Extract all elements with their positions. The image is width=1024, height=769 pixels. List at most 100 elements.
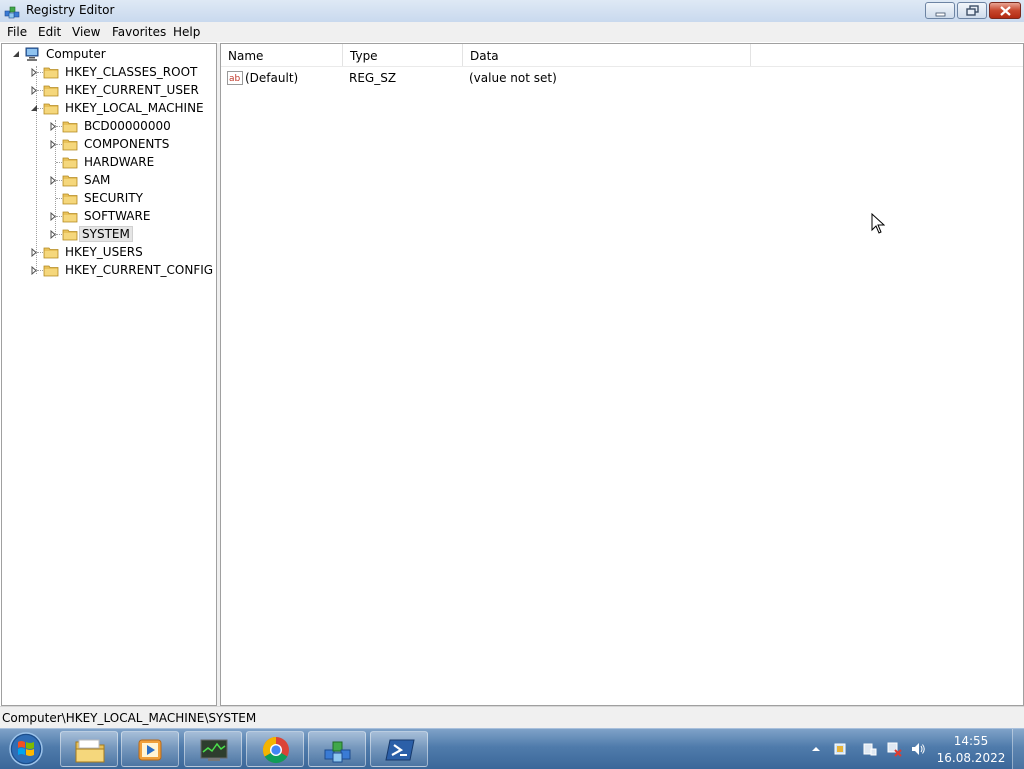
show-desktop-button[interactable] (1012, 729, 1024, 769)
folder-icon (62, 139, 78, 151)
device-icon[interactable] (862, 741, 878, 757)
value-row[interactable]: ab (Default) REG_SZ (value not set) (221, 68, 1023, 88)
folder-icon (43, 85, 59, 97)
window-title: Registry Editor (26, 3, 115, 17)
tree-item-software[interactable]: SOFTWARE (2, 207, 216, 225)
tree-item-hkcr[interactable]: HKEY_CLASSES_ROOT (2, 63, 216, 81)
folder-open-icon (43, 103, 59, 115)
tree-label-hive: HKEY_LOCAL_MACHINE (65, 101, 204, 115)
tree-item-computer[interactable]: Computer (2, 45, 216, 63)
clock-date[interactable]: 16.08.2022 (936, 751, 1006, 765)
menu-favorites[interactable]: Favorites (112, 25, 166, 39)
tree-label-key: COMPONENTS (84, 137, 170, 151)
menu-help[interactable]: Help (173, 25, 200, 39)
explorer-icon (75, 739, 105, 763)
computer-icon (25, 47, 39, 61)
folder-icon (62, 193, 78, 205)
expand-arrow-icon[interactable] (30, 68, 39, 77)
expand-arrow-icon[interactable] (49, 176, 58, 185)
network-disconnected-icon[interactable] (886, 741, 902, 757)
volume-icon[interactable] (910, 741, 926, 757)
start-button[interactable] (6, 731, 46, 767)
taskbar-explorer[interactable] (60, 731, 118, 767)
title-bar[interactable]: Registry Editor (0, 0, 1024, 23)
tree-label-hive: HKEY_CURRENT_CONFIG (65, 263, 214, 277)
tree-item-hkcc[interactable]: HKEY_CURRENT_CONFIG (2, 261, 216, 279)
close-button[interactable] (989, 2, 1021, 19)
folder-open-icon (62, 229, 78, 241)
taskbar-chrome[interactable] (246, 731, 304, 767)
column-header-type[interactable]: Type (343, 44, 463, 66)
clock-time[interactable]: 14:55 (944, 734, 998, 748)
tree-label-hive: HKEY_CLASSES_ROOT (65, 65, 198, 79)
taskbar-media-player[interactable] (121, 731, 179, 767)
expand-arrow-icon[interactable] (30, 266, 39, 275)
tree-label-hive: HKEY_CURRENT_USER (65, 83, 199, 97)
tree-item-security[interactable]: SECURITY (2, 189, 216, 207)
tree-label-key: SOFTWARE (84, 209, 151, 223)
tree-item-sam[interactable]: SAM (2, 171, 216, 189)
status-bar: Computer\HKEY_LOCAL_MACHINE\SYSTEM (0, 706, 1024, 729)
folder-icon (62, 121, 78, 133)
tree-label-key: BCD00000000 (84, 119, 171, 133)
expand-arrow-icon[interactable] (49, 122, 58, 131)
taskbar-powershell[interactable] (370, 731, 428, 767)
value-data: (value not set) (469, 71, 557, 85)
registry-tree[interactable]: Computer HKEY_CLASSES_ROOT HKEY_CURRENT_… (1, 43, 217, 706)
expand-arrow-icon[interactable] (30, 86, 39, 95)
folder-icon (62, 157, 78, 169)
value-type: REG_SZ (349, 71, 397, 85)
svg-text:ab: ab (229, 74, 241, 84)
tree-item-bcd[interactable]: BCD00000000 (2, 117, 216, 135)
column-header-data[interactable]: Data (463, 44, 751, 66)
folder-icon (43, 265, 59, 277)
chrome-icon (262, 736, 289, 764)
tree-item-hkcu[interactable]: HKEY_CURRENT_USER (2, 81, 216, 99)
show-hidden-icons-icon[interactable] (808, 741, 824, 757)
folder-icon (43, 67, 59, 79)
header-divider (221, 66, 1023, 67)
expand-arrow-icon[interactable] (49, 230, 58, 239)
tree-label-hive: HKEY_USERS (65, 245, 143, 259)
tree-item-hku[interactable]: HKEY_USERS (2, 243, 216, 261)
current-key-path: Computer\HKEY_LOCAL_MACHINE\SYSTEM (2, 711, 257, 725)
restore-icon (966, 5, 979, 16)
tree-label-selected-key: SYSTEM (79, 226, 133, 242)
minimize-icon (935, 12, 946, 17)
collapse-arrow-icon[interactable] (30, 104, 39, 113)
expand-arrow-icon[interactable] (30, 248, 39, 257)
expand-arrow-icon[interactable] (49, 140, 58, 149)
taskbar-task-manager[interactable] (184, 731, 242, 767)
mouse-cursor-icon (871, 213, 885, 234)
taskbar: 14:55 16.08.2022 (0, 728, 1024, 769)
tree-label-key: SAM (84, 173, 111, 187)
action-center-icon[interactable] (832, 741, 848, 757)
tree-item-components[interactable]: COMPONENTS (2, 135, 216, 153)
tree-item-system[interactable]: SYSTEM (2, 225, 216, 243)
media-player-icon (138, 739, 162, 761)
string-value-icon: ab (227, 71, 243, 85)
tree-label-key: HARDWARE (84, 155, 155, 169)
regedit-app-icon (4, 6, 20, 19)
menu-edit[interactable]: Edit (38, 25, 61, 39)
menu-file[interactable]: File (7, 25, 27, 39)
collapse-arrow-icon[interactable] (12, 50, 21, 59)
column-header-name[interactable]: Name (221, 44, 343, 66)
tree-item-hardware[interactable]: HARDWARE (2, 153, 216, 171)
folder-icon (62, 211, 78, 223)
expand-arrow-icon[interactable] (49, 212, 58, 221)
menu-view[interactable]: View (72, 25, 100, 39)
minimize-button[interactable] (925, 2, 955, 19)
tree-label-key: SECURITY (84, 191, 143, 205)
taskbar-regedit[interactable] (308, 731, 366, 767)
value-name: (Default) (245, 71, 299, 85)
folder-icon (62, 175, 78, 187)
tree-label-computer: Computer (46, 47, 106, 61)
values-list[interactable]: Name Type Data ab (Default) REG_SZ (valu… (220, 43, 1024, 706)
task-manager-icon (200, 739, 228, 761)
close-icon (1000, 6, 1011, 16)
restore-button[interactable] (957, 2, 987, 19)
regedit-icon (324, 741, 351, 763)
menu-bar: File Edit View Favorites Help (0, 22, 1024, 42)
tree-item-hklm[interactable]: HKEY_LOCAL_MACHINE (2, 99, 216, 117)
